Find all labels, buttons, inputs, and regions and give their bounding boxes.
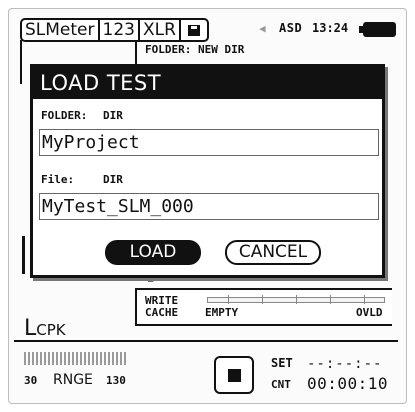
load-button[interactable]: LOAD [105, 240, 201, 265]
file-field[interactable]: MyTest_SLM_000 [39, 193, 379, 220]
count-label: CNT [271, 378, 291, 391]
tab-save[interactable] [181, 20, 207, 40]
cache-empty-label: EMPTY [205, 306, 239, 319]
save-icon [187, 24, 200, 36]
stop-icon [227, 368, 241, 382]
cache-level-bar [207, 295, 385, 304]
clock: 13:24 [312, 21, 349, 35]
cache-cache-label: CACHE [145, 306, 179, 319]
tab-123[interactable]: 123 [100, 20, 140, 40]
stop-button[interactable] [214, 356, 254, 394]
frame-divider [20, 40, 22, 84]
cache-full-label: OVLD [356, 306, 383, 319]
range-bar [24, 352, 126, 365]
measurement-label: LCPK [24, 316, 66, 341]
set-time-value: --:--:-- [307, 356, 383, 372]
file-label: File: DIR [41, 173, 123, 186]
range-label: RNGE [53, 372, 93, 388]
range-min: 30 [24, 374, 38, 387]
status-bar: SLMeter 123 XLR ◀ ASD 13:24 [12, 18, 400, 42]
load-test-dialog: LOAD TEST FOLDER: DIR MyProject File: DI… [30, 64, 385, 278]
range-max: 130 [106, 374, 126, 387]
set-label: SET [271, 356, 293, 370]
dialog-title: LOAD TEST [33, 67, 382, 99]
mode-tabs: SLMeter 123 XLR [20, 18, 209, 42]
file-type-label: DIR [103, 173, 123, 186]
folder-type-label: DIR [103, 109, 123, 122]
count-time-value: 00:00:10 [307, 374, 389, 393]
folder-field[interactable]: MyProject [39, 129, 379, 156]
tab-slmeter[interactable]: SLMeter [22, 20, 100, 40]
asd-indicator: ASD [279, 21, 303, 35]
background-folder-label: FOLDER: NEW DIR [145, 43, 245, 56]
tab-xlr[interactable]: XLR [140, 20, 181, 40]
cancel-button[interactable]: CANCEL [225, 240, 321, 265]
separator [14, 340, 398, 342]
speaker-icon: ◀ [259, 22, 266, 35]
folder-label: FOLDER: DIR [41, 109, 123, 122]
frame-divider [22, 236, 25, 274]
battery-icon [359, 22, 396, 37]
